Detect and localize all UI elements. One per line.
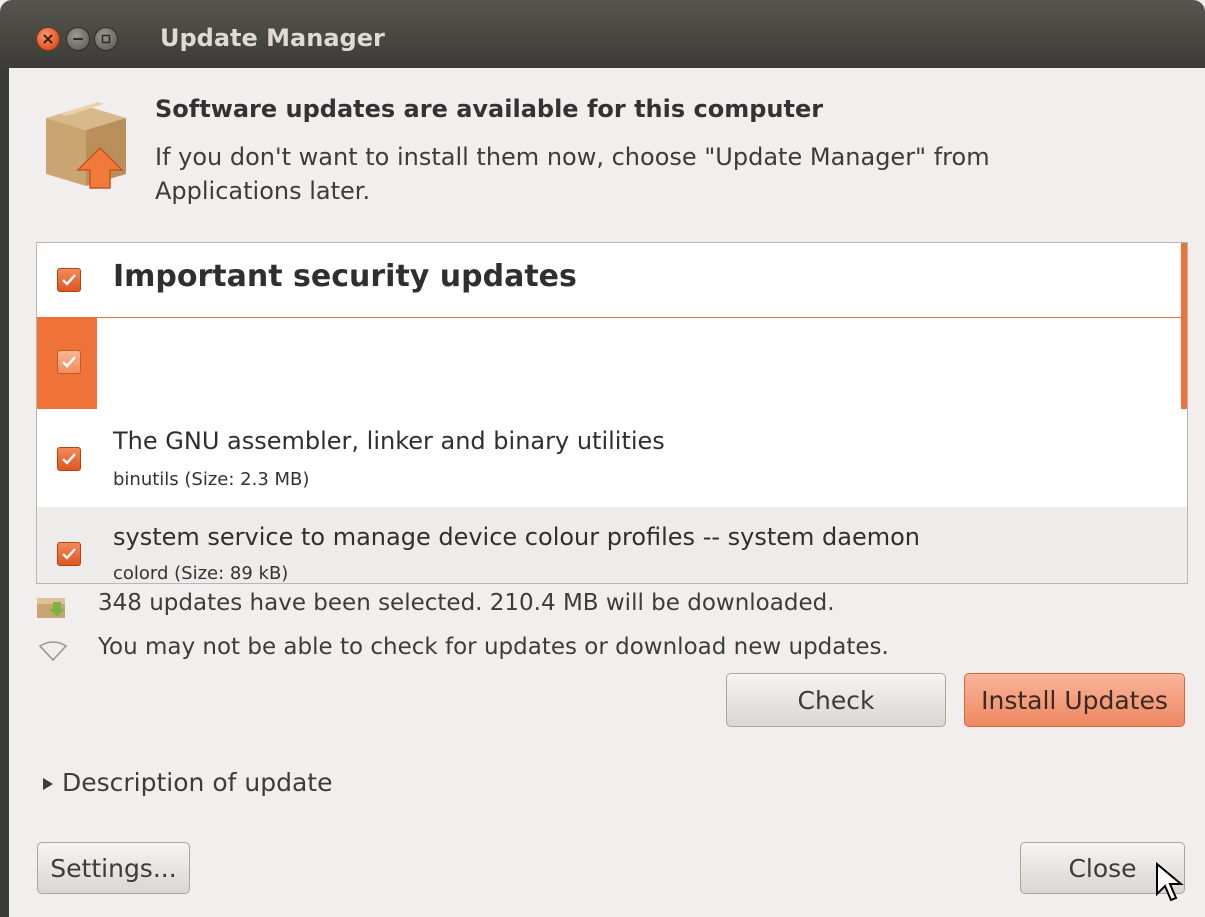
- window-minimize-button[interactable]: [66, 27, 90, 51]
- expander-arrow-icon: [43, 778, 53, 790]
- update-group-label: Important security updates: [113, 259, 577, 294]
- close-icon: [43, 34, 53, 44]
- group-checkbox[interactable]: [57, 268, 81, 292]
- item-checkbox[interactable]: [57, 542, 81, 566]
- item-checkbox[interactable]: [57, 350, 81, 374]
- item-subtitle: colord (Size: 89 kB): [113, 563, 289, 584]
- header-title: Software updates are available for this …: [155, 95, 824, 123]
- checkmark-icon: [62, 356, 76, 368]
- check-button[interactable]: Check: [726, 673, 946, 727]
- update-list[interactable]: Important security updates The GNU assem…: [36, 242, 1188, 584]
- selection-summary-text: 348 updates have been selected. 210.4 MB…: [98, 590, 835, 616]
- install-updates-button[interactable]: Install Updates: [964, 673, 1185, 727]
- item-subtitle: binutils (Size: 2.3 MB): [113, 469, 310, 490]
- list-item[interactable]: system service to manage device colour p…: [37, 507, 1187, 584]
- title-bar[interactable]: Update Manager: [0, 0, 1205, 68]
- list-item[interactable]: [37, 318, 1187, 409]
- checkmark-icon: [62, 274, 76, 286]
- item-title: The GNU assembler, linker and binary uti…: [113, 427, 665, 455]
- network-warning-text: You may not be able to check for updates…: [98, 634, 889, 660]
- update-group-row[interactable]: Important security updates: [37, 243, 1187, 318]
- header-subtitle: If you don't want to install them now, c…: [155, 143, 990, 205]
- window-left-border: [0, 68, 9, 917]
- window-close-button[interactable]: [36, 27, 60, 51]
- item-checkbox[interactable]: [57, 447, 81, 471]
- wifi-icon: [38, 641, 68, 662]
- list-scroll-indicator[interactable]: [1181, 243, 1187, 409]
- settings-button[interactable]: Settings...: [37, 842, 190, 894]
- package-update-icon: [46, 102, 126, 189]
- minimize-icon: [73, 38, 83, 40]
- description-expander-label: Description of update: [62, 768, 333, 797]
- maximize-icon: [101, 34, 111, 44]
- download-package-icon: [37, 598, 65, 618]
- window-title: Update Manager: [160, 24, 385, 52]
- list-item[interactable]: The GNU assembler, linker and binary uti…: [37, 409, 1187, 507]
- update-manager-window: Update Manager Software updates are avai…: [0, 0, 1205, 917]
- mouse-pointer-icon: [1156, 862, 1184, 902]
- window-maximize-button[interactable]: [94, 27, 118, 51]
- item-title: system service to manage device colour p…: [113, 523, 921, 551]
- checkmark-icon: [62, 453, 76, 465]
- checkmark-icon: [62, 548, 76, 560]
